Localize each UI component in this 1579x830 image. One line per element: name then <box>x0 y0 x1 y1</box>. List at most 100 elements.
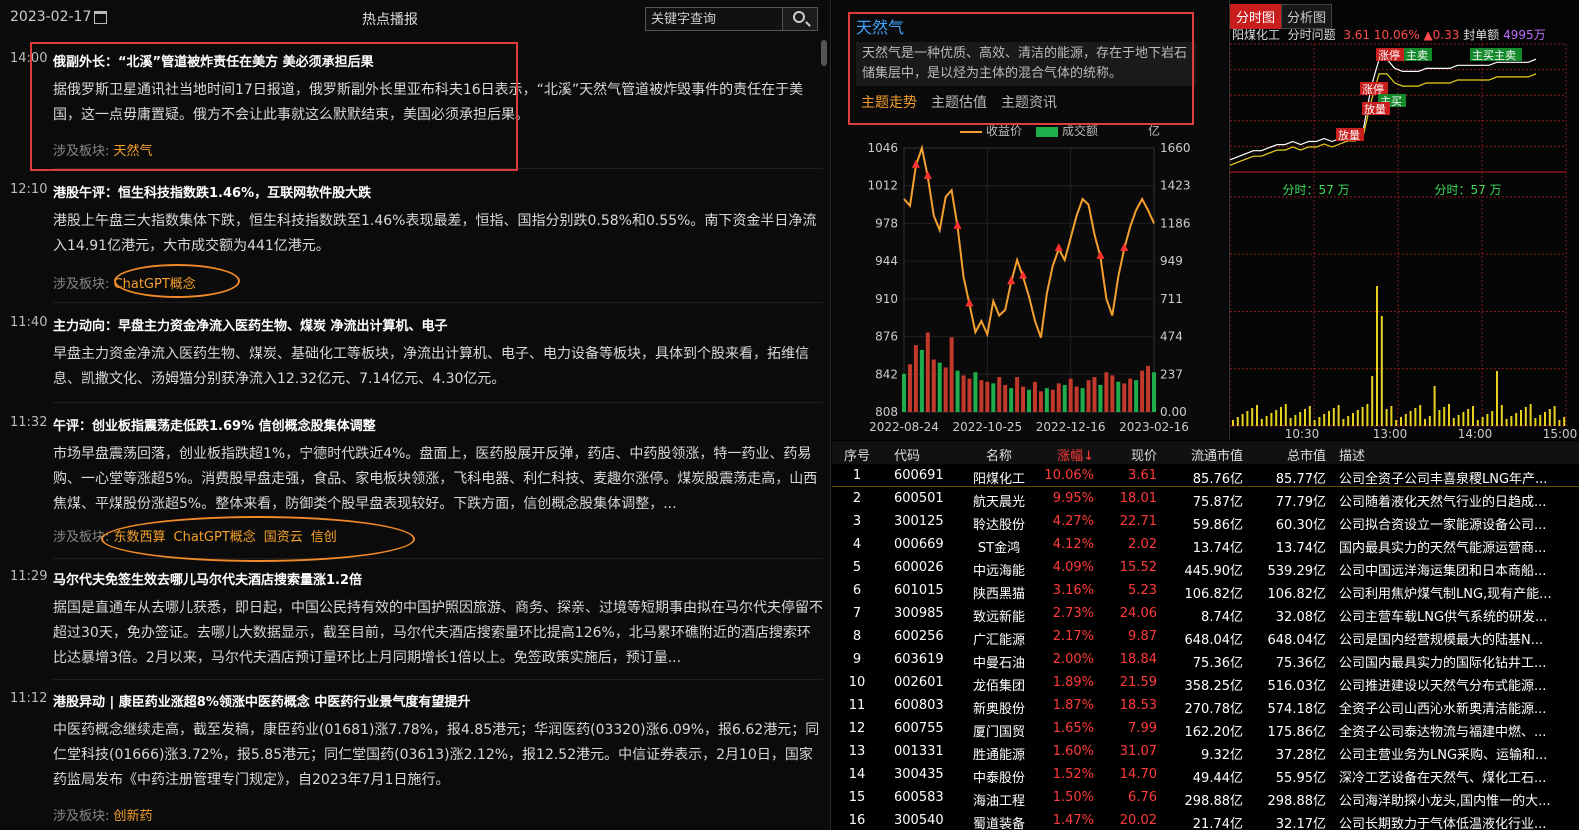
total-cap: 60.30亿 <box>1275 518 1326 533</box>
volume-bar <box>1476 420 1479 426</box>
signal-tag-label: 放量 <box>1338 128 1360 142</box>
volume-bar <box>1347 416 1350 426</box>
col-header[interactable]: 流通市值 <box>1157 445 1243 464</box>
news-scrollbar[interactable] <box>821 40 827 66</box>
volume-bar <box>1390 406 1393 426</box>
stock-code: 300985 <box>894 606 944 621</box>
y-tick-label: 978 <box>875 216 898 230</box>
col-header-sorted[interactable]: 涨幅↓ <box>1032 445 1094 464</box>
stock-name: 阳煤化工 <box>972 472 1025 487</box>
table-row[interactable]: 15 600583 海油工程 1.50% 6.76 298.88亿 298.88亿 公司海洋助… <box>832 786 1579 809</box>
sector-tag[interactable]: 创新药 <box>114 809 153 824</box>
volume-bar <box>1260 419 1263 426</box>
stock-change: ▲0.33 <box>1423 28 1460 42</box>
stock-price: 21.59 <box>1119 675 1157 690</box>
table-row[interactable]: 16 300540 蜀道装备 1.47% 20.02 21.74亿 32.17亿 公司长期致力… <box>832 809 1579 830</box>
table-row[interactable]: 11 600803 新奥股份 1.87% 18.53 270.78亿 574.18亿 全资子公… <box>832 694 1579 717</box>
y-tick-label: 944 <box>875 254 898 268</box>
table-row[interactable]: 1 600691 阳煤化工 10.06% 3.61 85.76亿 85.77亿 公司全资子公司… <box>832 464 1579 487</box>
table-row[interactable]: 5 600026 中远海能 4.09% 15.52 445.90亿 539.29亿 公司中国远… <box>832 556 1579 579</box>
volume-bar <box>1529 404 1532 426</box>
search-input[interactable] <box>646 8 783 30</box>
news-headline[interactable]: 港股午评：恒生科技指数跌1.46%，互联网软件股大跌 <box>53 182 371 201</box>
stock-name: 中远海能 <box>972 564 1025 579</box>
table-row[interactable]: 2 600501 航天晨光 9.95% 18.01 75.87亿 77.79亿 公司随着液化天… <box>832 487 1579 510</box>
volume-bar <box>1270 413 1273 426</box>
theme-panel: 天然气 天然气是一种优质、高效、清洁的能源，存在于地下岩石储集层中，是以烃为主体… <box>832 0 1228 440</box>
stock-desc: 公司利用焦炉煤气制LNG,现有产能... <box>1339 587 1552 602</box>
news-date[interactable]: 2023-02-17 <box>10 9 91 25</box>
calendar-icon[interactable] <box>94 11 107 24</box>
table-row[interactable]: 13 001331 胜通能源 1.60% 31.07 9.32亿 37.28亿 公司主营业务为… <box>832 740 1579 763</box>
volume-bar <box>1027 389 1031 412</box>
search-button[interactable] <box>782 8 817 30</box>
volume-bar <box>1486 414 1489 426</box>
col-header[interactable]: 总市值 <box>1240 445 1326 464</box>
y2-tick-label: 237 <box>1160 367 1183 381</box>
search-icon <box>793 11 805 23</box>
volume-bar <box>1457 415 1460 426</box>
y2-tick-label: 711 <box>1160 292 1183 306</box>
float-cap: 85.76亿 <box>1192 472 1243 487</box>
float-cap: 21.74亿 <box>1192 817 1243 830</box>
stock-name: 蜀道装备 <box>972 817 1025 830</box>
news-headline[interactable]: 马尔代夫免签生效去哪儿马尔代夫酒店搜索量涨1.2倍 <box>53 569 362 588</box>
news-headline[interactable]: 主力动向：早盘主力资金净流入医药生物、煤炭 净流出计算机、电子 <box>53 315 448 334</box>
table-row[interactable]: 14 300435 中泰股份 1.52% 14.70 49.44亿 55.95亿 深冷工艺设备… <box>832 763 1579 786</box>
stock-pct: 3.16% <box>1052 583 1094 598</box>
table-row[interactable]: 3 300125 聆达股份 4.27% 22.71 59.86亿 60.30亿 公司拟合资设立… <box>832 510 1579 533</box>
total-cap: 13.74亿 <box>1275 541 1326 556</box>
stock-name: 中曼石油 <box>972 656 1025 671</box>
volume-bar <box>1380 316 1383 426</box>
row-index: 4 <box>852 537 862 552</box>
volume-bar <box>1337 405 1340 426</box>
total-cap: 77.79亿 <box>1275 495 1326 510</box>
col-header[interactable]: 描述 <box>1339 445 1579 464</box>
col-header[interactable]: 现价 <box>1097 445 1157 464</box>
table-header: 序号 代码 名称 涨幅↓ 现价 流通市值 总市值 描述 <box>832 441 1579 464</box>
stock-pct: 2.17% <box>1052 629 1094 644</box>
price-line <box>903 144 1155 339</box>
col-header[interactable]: 序号 <box>832 445 882 464</box>
y-tick-label: 910 <box>875 292 898 306</box>
table-row[interactable]: 9 603619 中曼石油 2.00% 18.84 75.36亿 75.36亿 公司国内最具实… <box>832 648 1579 671</box>
volume-bar <box>1356 410 1359 426</box>
stock-name: 龙佰集团 <box>972 679 1025 694</box>
highlight-oval <box>101 516 415 562</box>
intraday-label: 分时问题 <box>1287 28 1336 42</box>
volume-bar <box>1400 417 1402 426</box>
volume-bar <box>991 383 996 412</box>
signal-tag-label: 涨停 <box>1362 82 1384 96</box>
table-row[interactable]: 10 002601 龙佰集团 1.89% 21.59 358.25亿 516.03亿 公司推进… <box>832 671 1579 694</box>
table-row[interactable]: 7 300985 致远新能 2.73% 24.06 8.74亿 32.08亿 公司主营车载LN… <box>832 602 1579 625</box>
col-header[interactable]: 代码 <box>894 445 954 464</box>
volume-bar <box>1056 383 1061 412</box>
intraday-chart[interactable]: 涨停主卖主卖主买主卖涨停主买放量放量分时：57 万分时：57 万10:3013:… <box>1230 42 1579 440</box>
news-body: 中医药概念继续走高，截至发稿，康臣药业(01681)涨7.78%，报4.85港元… <box>53 722 820 788</box>
volume-bar <box>1232 420 1234 426</box>
volume-bar <box>1544 412 1546 426</box>
news-headline[interactable]: 午评：创业板指震荡走低跌1.69% 信创概念股集体调整 <box>53 415 376 434</box>
table-row[interactable]: 12 600755 厦门国贸 1.65% 7.99 162.20亿 175.86亿 全资子公司… <box>832 717 1579 740</box>
table-row[interactable]: 6 601015 陕西黑猫 3.16% 5.23 106.82亿 106.82亿 公司利用焦炉… <box>832 579 1579 602</box>
stock-pct: 1.65% <box>1052 721 1094 736</box>
volume-bar <box>1481 417 1484 426</box>
theme-trend-chart[interactable]: 808 0.00 842 237 876 474 910 711 944 949 978 1186 10… <box>832 136 1228 440</box>
col-header[interactable]: 名称 <box>964 445 1034 464</box>
table-row[interactable]: 8 600256 广汇能源 2.17% 9.87 648.04亿 648.04亿 公司是国内经… <box>832 625 1579 648</box>
intraday-info: 阳煤化工 分时问题 3.61 10.06% ▲0.33 封单额 4995万 <box>1232 26 1546 43</box>
stock-code: 001331 <box>894 744 944 759</box>
float-cap: 162.20亿 <box>1184 725 1244 740</box>
volume-bar <box>1304 409 1306 426</box>
volume-bar <box>1505 419 1508 426</box>
volume-label: 分时：57 万 <box>1282 183 1349 197</box>
table-row[interactable]: 4 000669 ST金鸿 4.12% 2.02 13.74亿 13.74亿 国内最具实力的天… <box>832 533 1579 556</box>
news-headline[interactable]: 港股异动 | 康臣药业涨超8%领涨中医药概念 中医药行业景气度有望提升 <box>53 691 470 710</box>
float-cap: 75.87亿 <box>1192 495 1243 510</box>
stock-pct: 1.52% <box>1052 767 1094 782</box>
float-cap: 445.90亿 <box>1184 564 1244 579</box>
volume-bar <box>1104 372 1109 412</box>
stock-pct: 4.09% <box>1052 560 1094 575</box>
stock-code: 600755 <box>894 721 944 736</box>
y-tick-label: 842 <box>875 367 898 381</box>
